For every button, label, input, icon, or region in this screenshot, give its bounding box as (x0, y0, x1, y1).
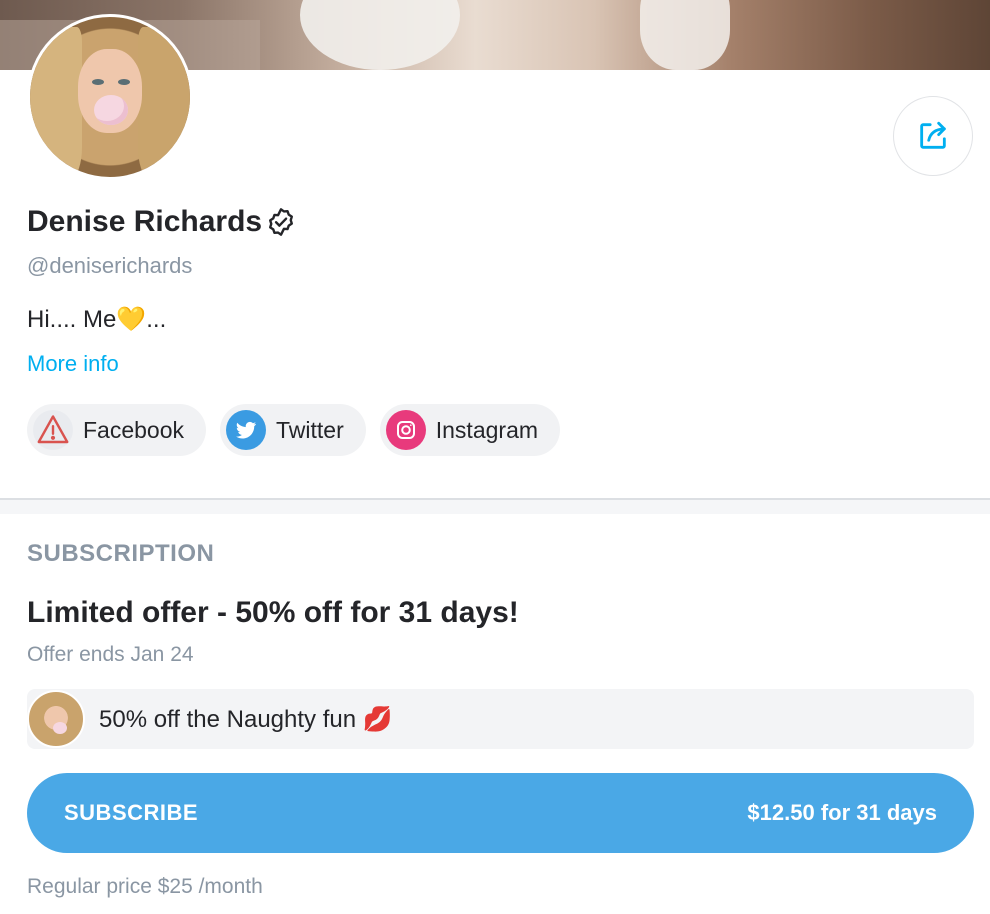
profile-name-row: Denise Richards (27, 205, 297, 239)
instagram-link[interactable]: Instagram (379, 404, 561, 456)
subscribe-button[interactable]: SUBSCRIBE $12.50 for 31 days (27, 773, 974, 853)
more-info-link[interactable]: More info (27, 351, 119, 377)
offer-ends: Offer ends Jan 24 (27, 643, 194, 666)
verified-icon (269, 208, 294, 236)
regular-price: Regular price $25 /month (27, 875, 263, 898)
promo-message: 50% off the Naughty fun 💋 (99, 705, 393, 733)
offer-title: Limited offer - 50% off for 31 days! (27, 596, 519, 629)
profile-bio: Hi.... Me💛... (27, 306, 167, 333)
warning-icon (33, 410, 73, 450)
section-gap (0, 500, 990, 514)
promo-avatar (27, 690, 85, 748)
subscription-heading: SUBSCRIPTION (27, 540, 215, 567)
subscribe-price: $12.50 for 31 days (747, 800, 937, 825)
twitter-link[interactable]: Twitter (220, 404, 366, 456)
twitter-icon (226, 410, 267, 450)
facebook-label: Facebook (83, 416, 185, 443)
instagram-icon (385, 410, 426, 450)
profile-name: Denise Richards (27, 205, 263, 238)
twitter-label: Twitter (276, 416, 344, 443)
facebook-link[interactable]: Facebook (27, 404, 207, 456)
instagram-label: Instagram (435, 416, 539, 443)
promo-message-box: 50% off the Naughty fun 💋 (27, 689, 974, 749)
share-icon (920, 121, 946, 149)
share-button[interactable] (893, 96, 973, 176)
profile-handle: @deniserichards (27, 253, 193, 278)
social-links: Facebook Twitter Instagram (27, 404, 561, 456)
subscribe-label: SUBSCRIBE (64, 800, 199, 825)
avatar[interactable] (27, 14, 193, 180)
